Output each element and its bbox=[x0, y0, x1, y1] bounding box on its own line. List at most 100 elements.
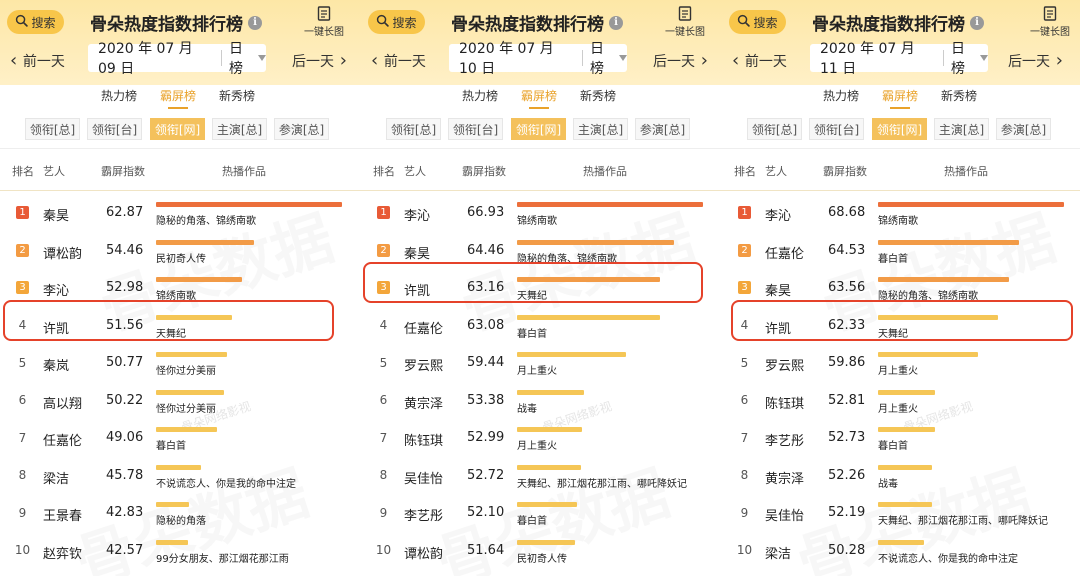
role-filter-item[interactable]: 参演[总] bbox=[635, 118, 690, 140]
table-row[interactable]: 2 任嘉伦 64.53 暮白首 bbox=[722, 232, 1080, 269]
table-row[interactable]: 4 任嘉伦 63.08 暮白首 bbox=[361, 307, 723, 344]
highlight-box bbox=[731, 299, 1073, 341]
table-row[interactable]: 9 李艺彤 52.10 暮白首 bbox=[361, 494, 723, 531]
info-icon[interactable]: i bbox=[609, 15, 623, 30]
popular-works: 民初奇人传 bbox=[156, 253, 206, 265]
popular-works: 暮白首 bbox=[156, 441, 186, 452]
tab-item[interactable]: 热力榜 bbox=[101, 87, 137, 104]
table-row[interactable]: 1 秦昊 62.87 隐秘的角落、锦绣南歌 bbox=[0, 194, 362, 231]
column-header: 艺人 bbox=[765, 165, 787, 178]
score-bar bbox=[156, 239, 254, 245]
role-filter-item[interactable]: 主演[总] bbox=[573, 118, 628, 140]
table-row[interactable]: 8 吴佳怡 52.72 天舞纪、那江烟花那江雨、哪吒降妖记 bbox=[361, 457, 723, 494]
table-row[interactable]: 7 李艺彤 52.73 暮白首 bbox=[722, 419, 1080, 456]
table-row[interactable]: 8 梁洁 45.78 不说谎恋人、你是我的命中注定 bbox=[0, 457, 362, 494]
table-row[interactable]: 7 陈钰琪 52.99 月上重火 bbox=[361, 419, 723, 456]
role-filter-item[interactable]: 领衔[网] bbox=[150, 118, 205, 140]
popular-works: 隐秘的角落、锦绣南歌 bbox=[156, 216, 256, 227]
role-filter-item[interactable]: 参演[总] bbox=[996, 118, 1051, 140]
tab-item[interactable]: 新秀榜 bbox=[219, 87, 255, 104]
date-selector[interactable]: 2020 年 07 月 11 日日榜 bbox=[810, 41, 988, 77]
chevron-down-icon bbox=[619, 55, 627, 61]
rank-badge: 6 bbox=[740, 393, 749, 407]
tab-item[interactable]: 热力榜 bbox=[823, 87, 859, 104]
popular-works: 月上重火 bbox=[517, 441, 557, 452]
popular-works: 暮白首 bbox=[878, 253, 908, 265]
score-bar bbox=[156, 277, 243, 282]
next-day-button[interactable]: 后一天 › bbox=[653, 50, 708, 71]
tab-item[interactable]: 霸屏榜 bbox=[882, 87, 918, 109]
artist-name: 谭松韵 bbox=[404, 546, 444, 562]
table-row[interactable]: 1 李沁 66.93 锦绣南歌 bbox=[361, 194, 723, 231]
table-row[interactable]: 8 黄宗泽 52.26 战毒 bbox=[722, 457, 1080, 494]
artist-name: 吴佳怡 bbox=[404, 471, 444, 487]
role-filter-item[interactable]: 主演[总] bbox=[212, 118, 267, 140]
page-title-text: 骨朵热度指数排行榜 bbox=[812, 15, 965, 35]
tab-item[interactable]: 新秀榜 bbox=[941, 87, 977, 104]
date-selector[interactable]: 2020 年 07 月 09 日日榜 bbox=[88, 41, 266, 77]
screen-index-score: 64.46 bbox=[467, 242, 505, 258]
search-button[interactable]: 搜索 bbox=[368, 10, 425, 34]
chevron-right-icon: › bbox=[1050, 50, 1063, 71]
next-day-button[interactable]: 后一天 › bbox=[292, 50, 347, 71]
date-selector[interactable]: 2020 年 07 月 10 日日榜 bbox=[449, 41, 627, 77]
rank-badge: 2 bbox=[16, 243, 29, 257]
role-filter-item[interactable]: 领衔[网] bbox=[511, 118, 566, 140]
prev-day-button[interactable]: ‹ 前一天 bbox=[10, 50, 65, 71]
table-row[interactable]: 1 李沁 68.68 锦绣南歌 bbox=[722, 194, 1080, 231]
screen-index-score: 52.10 bbox=[467, 505, 505, 520]
table-row[interactable]: 6 高以翔 50.22 怪你过分美丽 bbox=[0, 382, 362, 419]
long-image-button[interactable]: 一键长图 bbox=[657, 6, 713, 38]
table-row[interactable]: 9 王景春 42.83 隐秘的角落 bbox=[0, 494, 362, 531]
artist-name: 谭松韵 bbox=[43, 246, 83, 262]
rank-badge: 8 bbox=[379, 468, 388, 482]
info-icon[interactable]: i bbox=[970, 15, 984, 30]
info-icon[interactable]: i bbox=[248, 15, 262, 30]
search-button[interactable]: 搜索 bbox=[729, 10, 786, 34]
table-row[interactable]: 10 赵弈钦 42.57 99分女朋友、那江烟花那江雨 bbox=[0, 532, 362, 569]
role-filter-item[interactable]: 参演[总] bbox=[274, 118, 329, 140]
search-label: 搜索 bbox=[753, 15, 778, 30]
search-button[interactable]: 搜索 bbox=[7, 10, 64, 34]
table-row[interactable]: 6 黄宗泽 53.38 战毒 bbox=[361, 382, 723, 419]
ranking-tabs: 热力榜 霸屏榜 新秀榜 bbox=[0, 87, 362, 109]
table-row[interactable]: 5 秦岚 50.77 怪你过分美丽 bbox=[0, 344, 362, 381]
table-row[interactable]: 9 吴佳怡 52.19 天舞纪、那江烟花那江雨、哪吒降妖记 bbox=[722, 494, 1080, 531]
role-filter-item[interactable]: 主演[总] bbox=[934, 118, 989, 140]
role-filter-item[interactable]: 领衔[总] bbox=[25, 118, 80, 140]
role-filter-item[interactable]: 领衔[总] bbox=[386, 118, 441, 140]
column-header: 排名 bbox=[373, 165, 395, 178]
role-filter-item[interactable]: 领衔[台] bbox=[809, 118, 864, 140]
table-row[interactable]: 7 任嘉伦 49.06 暮白首 bbox=[0, 419, 362, 456]
document-icon bbox=[1022, 6, 1078, 21]
rank-badge: 7 bbox=[740, 430, 749, 445]
column-header: 艺人 bbox=[404, 165, 426, 178]
table-row[interactable]: 10 谭松韵 51.64 民初奇人传 bbox=[361, 532, 723, 569]
table-row[interactable]: 2 谭松韵 54.46 民初奇人传 bbox=[0, 232, 362, 269]
role-filter-item[interactable]: 领衔[台] bbox=[87, 118, 142, 140]
artist-name: 李沁 bbox=[43, 284, 70, 299]
next-day-button[interactable]: 后一天 › bbox=[1008, 50, 1063, 71]
score-bar bbox=[878, 539, 924, 545]
table-row[interactable]: 5 罗云熙 59.44 月上重火 bbox=[361, 344, 723, 381]
chevron-left-icon: ‹ bbox=[371, 50, 384, 71]
search-label: 搜索 bbox=[392, 15, 417, 30]
role-filter-item[interactable]: 领衔[网] bbox=[872, 118, 927, 140]
long-image-button[interactable]: 一键长图 bbox=[1022, 6, 1078, 38]
table-row[interactable]: 6 陈钰琪 52.81 月上重火 bbox=[722, 382, 1080, 419]
role-filter-item[interactable]: 领衔[台] bbox=[448, 118, 503, 140]
prev-day-button[interactable]: ‹ 前一天 bbox=[371, 50, 426, 71]
long-image-button[interactable]: 一键长图 bbox=[296, 6, 352, 38]
screen-index-score: 59.86 bbox=[828, 355, 866, 370]
rank-badge: 10 bbox=[375, 543, 392, 557]
score-bar bbox=[878, 502, 933, 507]
tab-item[interactable]: 新秀榜 bbox=[580, 87, 616, 104]
prev-day-button[interactable]: ‹ 前一天 bbox=[732, 50, 787, 71]
tab-item[interactable]: 热力榜 bbox=[462, 87, 498, 104]
column-header: 霸屏指数 bbox=[462, 165, 506, 178]
role-filter-item[interactable]: 领衔[总] bbox=[747, 118, 802, 140]
tab-item[interactable]: 霸屏榜 bbox=[521, 87, 557, 109]
table-row[interactable]: 10 梁洁 50.28 不说谎恋人、你是我的命中注定 bbox=[722, 532, 1080, 569]
tab-item[interactable]: 霸屏榜 bbox=[160, 87, 196, 109]
table-row[interactable]: 5 罗云熙 59.86 月上重火 bbox=[722, 344, 1080, 381]
